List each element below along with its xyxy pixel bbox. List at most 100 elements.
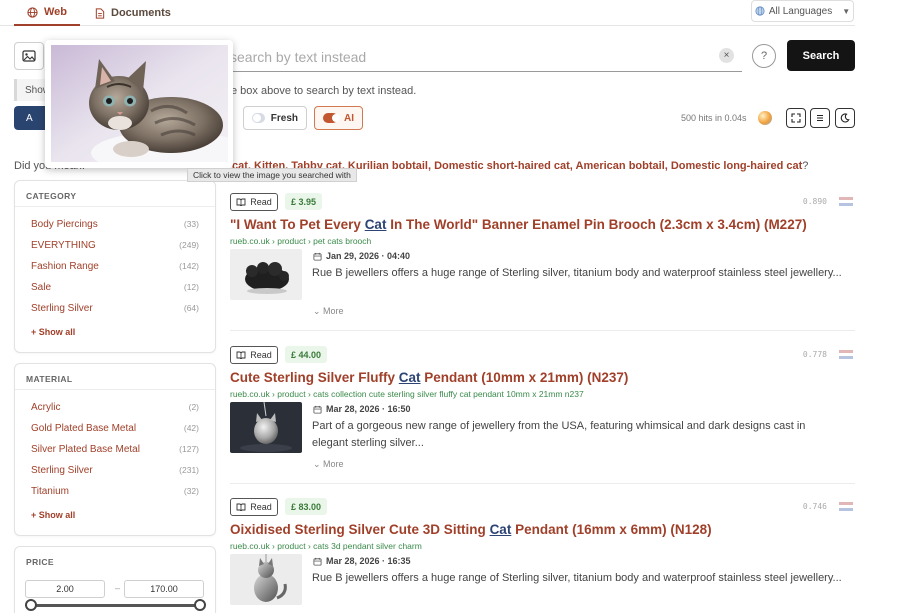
price-badge: £ 83.00 [285,498,328,515]
search-button[interactable]: Search [787,40,855,71]
clear-search-button[interactable]: × [719,48,734,63]
price-slider-max-handle[interactable] [194,599,206,611]
read-button[interactable]: Read [230,346,278,364]
price-slider-track[interactable] [32,604,200,607]
facet-label: Sterling Silver [31,464,93,476]
result-url[interactable]: rueb.co.uk › product › cats collection c… [230,389,584,399]
ai-label: AI [344,112,354,124]
kitten-photo[interactable] [51,45,228,162]
title-text: Oixidised Sterling Silver Cute 3D Sittin… [230,522,490,537]
relevance-score: 0.746 [802,502,827,511]
result-divider [230,330,855,331]
read-button-label: Read [250,350,272,360]
more-toggle[interactable]: ⌄ More [313,459,344,470]
notice-text: e box above to search by text instead. [231,85,417,97]
result-date: Mar 28, 2026 · 16:50 [313,404,411,414]
facet-label: EVERYTHING [31,239,96,251]
moon-icon [840,113,850,123]
material-facet-item[interactable]: Gold Plated Base Metal (42) [31,421,199,435]
category-facet-item[interactable]: Body Piercings (33) [31,217,199,231]
material-facet-panel: MATERIAL Acrylic (2) Gold Plated Base Met… [14,363,216,536]
facet-label: Acrylic [31,401,61,413]
title-text: "I Want To Pet Every [230,217,365,232]
result-description: Rue B jewellers offers a huge range of S… [312,267,842,279]
search-input[interactable] [230,42,742,72]
calendar-icon [313,252,322,261]
category-facet-panel: CATEGORY Body Piercings (33) EVERYTHING (2… [14,180,216,353]
divider [15,389,215,390]
material-facet-item[interactable]: Sterling Silver (231) [31,463,199,477]
search-result: Read £ 83.00 0.746 Oixidised Sterling Si… [230,498,855,613]
facet-label: Fashion Range [31,260,99,272]
result-url[interactable]: rueb.co.uk › product › pet cats brooch [230,236,371,246]
result-thumbnail[interactable] [230,554,302,605]
divider [15,206,215,207]
read-button[interactable]: Read [230,193,278,211]
category-show-all-link[interactable]: + Show all [31,327,75,337]
facet-count: (33) [183,219,199,229]
tab-documents[interactable]: Documents [95,0,171,26]
facet-count: (12) [183,282,199,292]
searched-image-popup[interactable] [45,40,233,168]
material-facet-item[interactable]: Acrylic (2) [31,400,199,414]
suggestion-suffix: ? [802,160,809,172]
title-text: Cute Sterling Silver Fluffy [230,370,399,385]
facet-count: (2) [188,402,199,412]
language-select[interactable]: All Languages ▼ [751,0,854,22]
ai-toggle[interactable]: AI [314,106,363,130]
result-title-link[interactable]: Cute Sterling Silver Fluffy Cat Pendant … [230,370,855,385]
list-icon [817,115,823,121]
material-show-all-link[interactable]: + Show all [31,510,75,520]
result-description: Part of a gorgeous new range of jeweller… [312,420,806,449]
read-button-label: Read [250,197,272,207]
result-title-link[interactable]: "I Want To Pet Every Cat In The World" B… [230,217,855,232]
price-max-input[interactable]: 170.00 [124,580,204,598]
ai-orb-icon[interactable] [758,111,772,125]
tab-web[interactable]: Web [14,0,80,26]
read-button[interactable]: Read [230,498,278,516]
facet-count: (32) [183,486,199,496]
facet-label: Sterling Silver [31,302,93,314]
hits-count: 500 hits in 0.04s [681,113,747,123]
fresh-toggle[interactable]: Fresh [243,106,307,130]
category-facet-item[interactable]: Sterling Silver (64) [31,301,199,315]
dark-mode-button[interactable] [835,108,855,128]
facet-count: (231) [179,465,199,475]
category-facet-item[interactable]: Fashion Range (142) [31,259,199,273]
book-icon [236,503,246,511]
category-facet-item[interactable]: EVERYTHING (249) [31,238,199,252]
relevance-score: 0.778 [802,350,827,359]
language-label: All Languages [768,5,833,17]
facet-label: Sale [31,281,52,293]
result-thumbnail[interactable] [230,249,302,300]
image-search-button[interactable] [14,42,44,70]
calendar-icon [313,557,322,566]
result-thumbnail[interactable] [230,402,302,453]
category-title: CATEGORY [26,191,77,201]
result-url[interactable]: rueb.co.uk › product › cats 3d pendant s… [230,541,422,551]
image-icon [22,50,36,62]
price-range-dash: – [115,583,121,593]
fresh-label: Fresh [270,112,298,124]
category-facet-item[interactable]: Sale (12) [31,280,199,294]
result-date: Jan 29, 2026 · 04:40 [313,251,410,261]
list-view-button[interactable] [810,108,830,128]
toggle-switch-off [252,113,265,123]
title-text: Pendant (10mm x 21mm) (N237) [420,370,629,385]
chevron-down-icon: ▼ [842,6,851,16]
material-facet-item[interactable]: Silver Plated Base Metal (127) [31,442,199,456]
price-badge: £ 3.95 [285,193,323,210]
cat-pendant-image [230,402,302,453]
facet-label: Body Piercings [31,218,98,230]
result-title-link[interactable]: Oixidised Sterling Silver Cute 3D Sittin… [230,522,855,537]
result-divider [230,483,855,484]
help-button[interactable]: ? [752,44,776,68]
calendar-icon [313,405,322,414]
price-min-input[interactable]: 2.00 [25,580,105,598]
price-slider-min-handle[interactable] [25,599,37,611]
search-result: Read £ 44.00 0.778 Cute Sterling Silver … [230,346,855,476]
material-facet-item[interactable]: Titanium (32) [31,484,199,498]
read-button-label: Read [250,502,272,512]
more-toggle[interactable]: ⌄ More [313,306,344,317]
expand-button[interactable] [786,108,806,128]
